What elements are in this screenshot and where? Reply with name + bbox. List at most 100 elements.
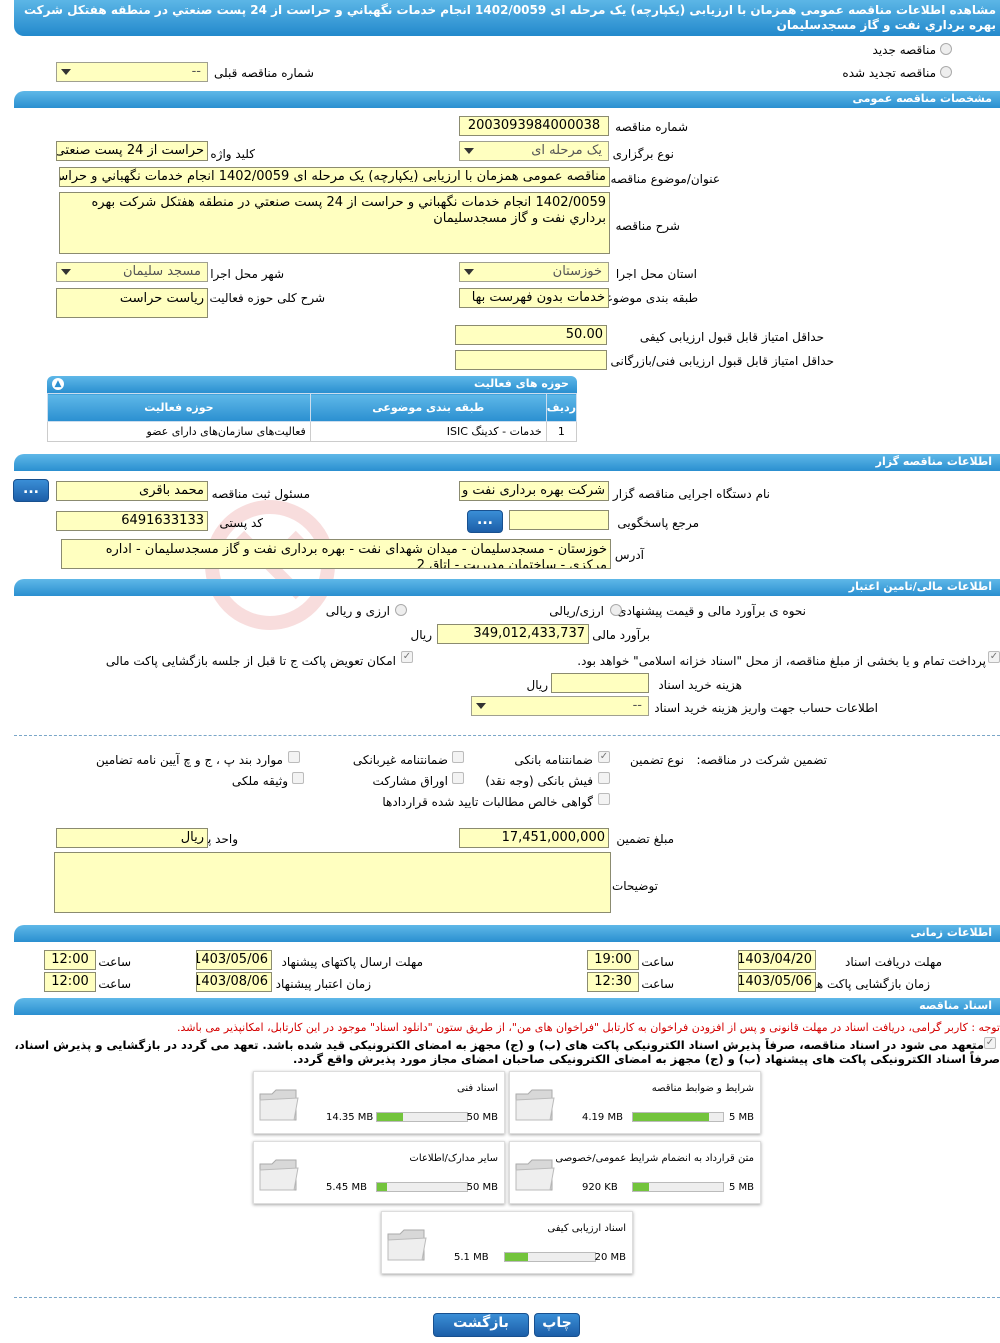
min-tech-field[interactable]	[455, 350, 607, 370]
file-max-size: 5 MB	[728, 1182, 754, 1193]
fx-and-rial-label: ارزی و ریالی	[325, 604, 390, 618]
progress-fill	[633, 1183, 650, 1191]
renewed-tender-label: مناقصه تجدید شده	[842, 66, 936, 80]
upload-progress-bar	[376, 1112, 468, 1122]
estimate-label: برآورد مالی	[592, 628, 650, 642]
notes-field[interactable]	[54, 852, 611, 913]
file-size: 5.1 MB	[454, 1252, 489, 1263]
opening-time[interactable]: 12:30	[587, 972, 639, 992]
chevron-down-icon	[61, 269, 71, 275]
upload-progress-bar	[376, 1182, 468, 1192]
property-checkbox[interactable]	[292, 772, 304, 784]
file-size: 14.35 MB	[326, 1112, 374, 1123]
file-name: شرایط و ضوابط مناقصه	[651, 1083, 754, 1094]
type-label: نوع برگزاری	[612, 147, 674, 161]
estimate-method-label: نحوه ی برآورد مالی و قیمت پیشنهادی	[617, 604, 806, 618]
bank-guarantee-checkbox[interactable]: ✓	[598, 751, 610, 763]
registrar-label: مسئول ثبت مناقصه	[211, 487, 310, 501]
bonds-checkbox[interactable]	[452, 772, 464, 784]
submit-time-label: ساعت	[98, 955, 131, 969]
nonbank-guarantee-checkbox[interactable]	[452, 751, 464, 763]
subject-field[interactable]: مناقصه عمومی همزمان با ارزیابی (یکپارچه)…	[59, 167, 610, 187]
postal-code-field[interactable]: 6491633133	[56, 511, 208, 531]
file-size: 4.19 MB	[582, 1112, 623, 1123]
file-max-size: 50 MB	[466, 1182, 498, 1193]
file-card[interactable]: متن قرارداد به انضمام شرایط عمومی/خصوصی 9…	[509, 1141, 761, 1204]
submit-deadline-time[interactable]: 12:00	[44, 950, 96, 970]
validity-time-label: ساعت	[98, 977, 131, 991]
reference-label: مرجع پاسخگویی	[617, 516, 699, 530]
new-tender-radio[interactable]	[940, 43, 952, 55]
fx-and-rial-radio[interactable]	[395, 604, 407, 616]
claims-checkbox[interactable]	[598, 793, 610, 805]
estimate-field[interactable]: 349,012,433,737	[437, 624, 589, 644]
cash-checkbox[interactable]	[598, 772, 610, 784]
doc-deadline-time[interactable]: 19:00	[587, 950, 639, 970]
guarantee-amount-label: مبلغ تضمین	[616, 832, 674, 846]
back-button[interactable]: بازگشت	[433, 1313, 529, 1337]
province-select[interactable]: خوزستان	[459, 262, 609, 282]
min-quality-field[interactable]: 50.00	[455, 325, 607, 345]
doc-cost-field[interactable]	[551, 673, 649, 693]
city-label: شهر محل اجرا	[210, 267, 284, 281]
print-button[interactable]: چاپ	[534, 1313, 580, 1337]
renewed-tender-radio[interactable]	[940, 66, 952, 78]
tender-number-field[interactable]: 2003093984000038	[459, 116, 609, 136]
file-card[interactable]: اسناد فنی 14.35 MB 50 MB	[253, 1071, 505, 1134]
guarantee-amount-field[interactable]: 17,451,000,000	[459, 828, 609, 848]
doc-cost-label: هزینه خرید اسناد	[658, 678, 742, 692]
description-field[interactable]: 1402/0059 انجام خدمات نگهباني و حراست از…	[59, 192, 610, 254]
address-field[interactable]: خوزستان - مسجدسلیمان - میدان شهدای نفت -…	[61, 539, 611, 569]
swap-checkbox[interactable]: ✓	[401, 651, 413, 663]
validity-date[interactable]: 1403/08/06	[196, 972, 272, 992]
registrar-field[interactable]: محمد باقری	[56, 481, 208, 501]
divider	[14, 735, 1000, 736]
opening-date[interactable]: 1403/05/06	[738, 972, 816, 992]
nonbank-guarantee-label: ضمانتنامه غیربانکی	[352, 753, 448, 767]
cell-row: 1	[545, 421, 578, 442]
folder-icon	[387, 1229, 427, 1261]
file-card[interactable]: سایر مدارک/اطلاعات 5.45 MB 50 MB	[253, 1141, 505, 1204]
keyword-field[interactable]: حراست از 24 پست صنعتی	[56, 141, 208, 161]
postal-code-label: کد پستی	[219, 516, 264, 530]
chevron-down-icon	[464, 148, 474, 154]
page-title: مشاهده اطلاعات مناقصه عمومی همزمان با ار…	[14, 0, 1000, 36]
file-card[interactable]: شرایط و ضوابط مناقصه 4.19 MB 5 MB	[509, 1071, 761, 1134]
submit-deadline-date[interactable]: 1403/05/06	[196, 950, 272, 970]
account-select[interactable]: --	[471, 696, 649, 716]
address-label: آدرس	[614, 548, 644, 562]
swap-text: امکان تعویض پاکت ج تا قبل از جلسه بازگشا…	[105, 654, 396, 668]
description-label: شرح مناقصه	[615, 219, 680, 233]
collapse-icon[interactable]: ▲	[52, 378, 64, 390]
prev-number-select[interactable]: --	[56, 62, 208, 82]
file-size: 5.45 MB	[326, 1182, 367, 1193]
guarantee-amount-value: 17,451,000,000	[501, 830, 605, 845]
reference-lookup-button[interactable]: ...	[467, 510, 503, 533]
documents-section-header: اسناد مناقصه	[14, 998, 1000, 1015]
fx-rial-radio[interactable]	[610, 604, 622, 616]
file-card[interactable]: اسناد ارزیابی کیفی 5.1 MB 20 MB	[381, 1211, 633, 1274]
progress-fill	[377, 1113, 404, 1121]
account-value: --	[632, 698, 642, 713]
scope-field[interactable]: ریاست حراست	[56, 288, 208, 318]
type-select[interactable]: یک مرحله ای	[459, 141, 609, 161]
category-field[interactable]: خدمات بدون فهرست بها	[459, 288, 609, 308]
bank-guarantee-label: ضمانتنامه بانکی	[514, 753, 593, 767]
org-name-label: نام دستگاه اجرایی مناقصه گزار	[612, 487, 770, 501]
cell-category: خدمات - کدینگ ISIC	[309, 421, 547, 442]
bylaw-checkbox[interactable]	[288, 751, 300, 763]
reference-field[interactable]	[509, 510, 609, 530]
opening-label: زمان بازگشایی پاکت ها	[813, 977, 930, 991]
file-size: 920 KB	[582, 1182, 618, 1193]
treasury-checkbox[interactable]: ✓	[988, 651, 1000, 663]
currency-field[interactable]: ریال	[56, 828, 208, 848]
new-tender-label: مناقصه جدید	[872, 43, 936, 57]
doc-deadline-date[interactable]: 1403/04/20	[738, 950, 816, 970]
registrar-lookup-button[interactable]: ...	[13, 479, 49, 502]
prev-number-value: --	[191, 64, 201, 79]
city-select[interactable]: مسجد سليمان	[56, 262, 208, 282]
file-max-size: 50 MB	[466, 1112, 498, 1123]
org-name-field[interactable]: شرکت بهره برداری نفت و گ	[459, 481, 609, 501]
validity-time[interactable]: 12:00	[44, 972, 96, 992]
activity-table: ردیف طبقه بندی موضوعی حوزه فعالیت 1 خدما…	[47, 393, 578, 442]
